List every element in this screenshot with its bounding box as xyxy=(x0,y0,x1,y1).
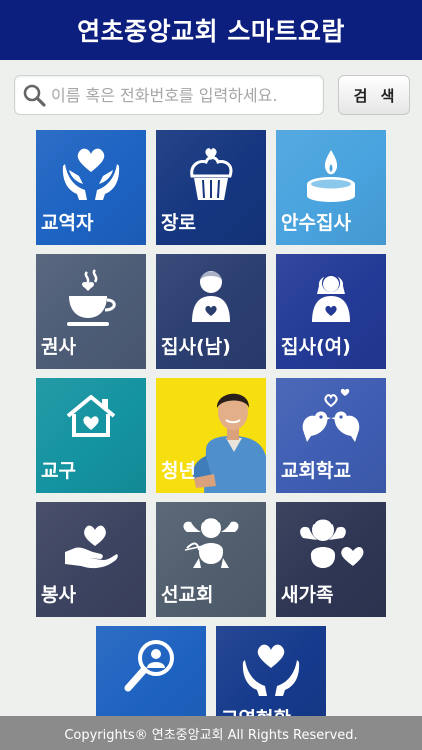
tile-label: 새가족 xyxy=(281,584,334,606)
candle-icon xyxy=(307,150,355,202)
tile-deacon-male[interactable]: 집사(남) xyxy=(156,254,266,369)
hand-heart-icon xyxy=(65,525,118,569)
tile-label: 집사(남) xyxy=(161,336,231,358)
tile-mission[interactable]: 선교회 xyxy=(156,502,266,617)
angel-heart-icon xyxy=(300,518,364,568)
tile-kwonsa[interactable]: 권사 xyxy=(36,254,146,369)
copyright-footer: Copyrights® 연초중앙교회 All Rights Reserved. xyxy=(0,716,422,750)
search-field[interactable] xyxy=(14,75,324,115)
tile-new-family[interactable]: 새가족 xyxy=(276,502,386,617)
copyright-text: Copyrights® 연초중앙교회 All Rights Reserved. xyxy=(64,727,358,743)
tile-deacon-female[interactable]: 집사(여) xyxy=(276,254,386,369)
tile-pastor[interactable]: 교역자 xyxy=(36,130,146,245)
cupid-icon xyxy=(183,516,239,568)
house-heart-icon xyxy=(66,395,116,437)
app-title: 연초중앙교회 스마트요람 xyxy=(77,17,345,46)
search-button[interactable]: 검 색 xyxy=(338,75,410,115)
tile-label: 장로 xyxy=(161,212,196,234)
tile-label: 권사 xyxy=(41,336,76,358)
tile-label: 봉사 xyxy=(41,584,76,606)
tile-label: 교역자 xyxy=(41,212,94,234)
tile-label: 청년 xyxy=(161,460,196,482)
tile-label: 선교회 xyxy=(161,584,214,606)
tile-label: 교회학교 xyxy=(281,460,351,482)
tile-youth[interactable]: 청년 xyxy=(156,378,266,493)
heart-hands-icon xyxy=(242,644,300,696)
search-icon xyxy=(23,84,46,107)
woman-heart-icon xyxy=(312,274,350,322)
tile-label: 교구 xyxy=(41,460,76,482)
search-input[interactable] xyxy=(51,78,323,112)
tile-elder[interactable]: 장로 xyxy=(156,130,266,245)
cupcake-icon xyxy=(190,148,233,200)
coffee-cup-icon xyxy=(67,269,116,326)
app-header: 연초중앙교회 스마트요람 xyxy=(0,0,422,60)
tile-label: 집사(여) xyxy=(281,336,351,358)
tile-label: 안수집사 xyxy=(281,212,351,234)
heart-hands-icon xyxy=(62,148,120,200)
love-birds-icon xyxy=(302,388,360,442)
tile-church-school[interactable]: 교회학교 xyxy=(276,378,386,493)
tile-ordained-deacon[interactable]: 안수집사 xyxy=(276,130,386,245)
tile-parish[interactable]: 교구 xyxy=(36,378,146,493)
magnifier-person-icon xyxy=(124,640,174,692)
tile-service[interactable]: 봉사 xyxy=(36,502,146,617)
man-heart-icon xyxy=(192,271,230,322)
